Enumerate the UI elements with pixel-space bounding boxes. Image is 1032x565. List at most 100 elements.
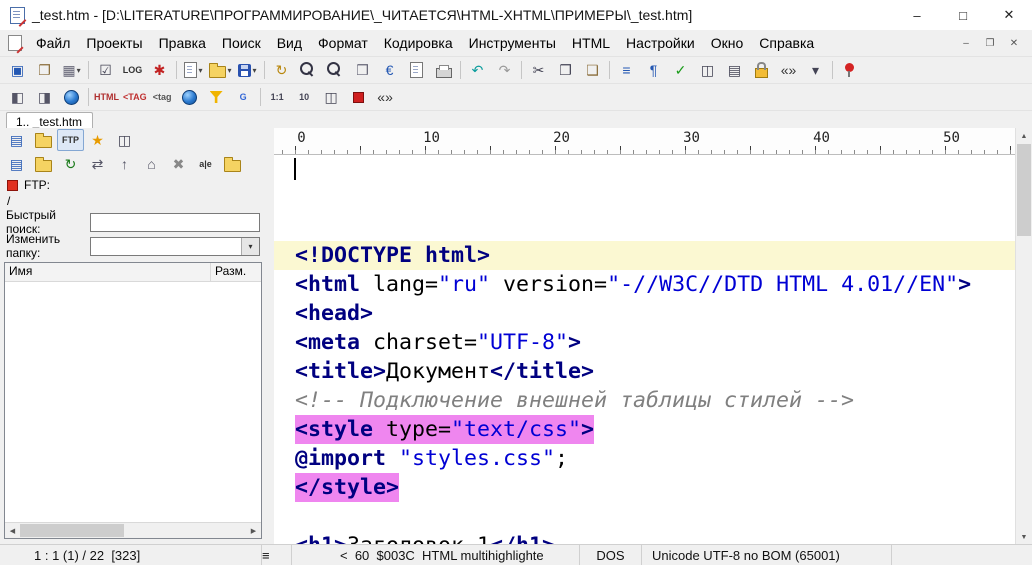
bookmarks-icon[interactable]: ❒ bbox=[349, 59, 376, 81]
panels-icon[interactable]: ◫ bbox=[111, 129, 138, 151]
home-icon[interactable]: ⌂ bbox=[138, 153, 165, 175]
word-wrap-icon[interactable]: ▤ bbox=[721, 59, 748, 81]
print-icon[interactable] bbox=[430, 59, 457, 81]
indent-icon[interactable]: ◨ bbox=[31, 86, 58, 108]
save-icon[interactable]: ▾ bbox=[234, 59, 261, 81]
scroll-right-button[interactable]: ▶ bbox=[246, 523, 261, 538]
menu-settings[interactable]: Настройки bbox=[618, 30, 703, 56]
scroll-left-button[interactable]: ◀ bbox=[5, 523, 20, 538]
currency-icon[interactable]: € bbox=[376, 59, 403, 81]
search-icon[interactable] bbox=[295, 59, 322, 81]
download-folder-icon[interactable] bbox=[30, 153, 57, 175]
menu-help[interactable]: Справка bbox=[751, 30, 822, 56]
menu-edit[interactable]: Правка bbox=[151, 30, 214, 56]
minimize-button[interactable]: – bbox=[894, 0, 940, 30]
filter-icon[interactable] bbox=[203, 86, 230, 108]
new-file-icon[interactable]: ▾ bbox=[180, 59, 207, 81]
menu-projects[interactable]: Проекты bbox=[78, 30, 150, 56]
insert-tag-icon[interactable]: <TAG bbox=[121, 86, 149, 108]
code-line[interactable]: </style> bbox=[274, 473, 1015, 502]
code-line[interactable] bbox=[274, 502, 1015, 531]
status-menu-button[interactable]: ≡ bbox=[262, 545, 292, 565]
refresh-icon[interactable]: ↻ bbox=[57, 153, 84, 175]
browser-globe-icon[interactable] bbox=[58, 86, 85, 108]
open-file-icon[interactable]: ▾ bbox=[207, 59, 234, 81]
quotes-icon[interactable]: «» bbox=[775, 59, 802, 81]
more-commands-icon[interactable]: ▾ bbox=[802, 59, 829, 81]
sort-icon[interactable]: ≡ bbox=[613, 59, 640, 81]
menu-format[interactable]: Формат bbox=[310, 30, 376, 56]
scroll-up-button[interactable]: ▲ bbox=[1016, 128, 1032, 144]
redo-icon[interactable]: ↷ bbox=[491, 59, 518, 81]
settings-icon[interactable]: ✱ bbox=[146, 59, 173, 81]
rename-icon[interactable]: a|e bbox=[192, 153, 219, 175]
google-icon[interactable]: G bbox=[230, 86, 257, 108]
hscroll-thumb[interactable] bbox=[20, 524, 124, 537]
record-macro-icon[interactable] bbox=[345, 86, 372, 108]
sidebar-splitter[interactable] bbox=[266, 128, 274, 545]
new-folder-icon[interactable] bbox=[219, 153, 246, 175]
file-list-body[interactable] bbox=[5, 282, 261, 522]
code-line[interactable]: <title>Документ</title> bbox=[274, 357, 1015, 386]
copy-icon[interactable]: ❐ bbox=[552, 59, 579, 81]
file-manager-icon[interactable]: ▤ bbox=[3, 129, 30, 151]
upload-file-icon[interactable]: ▤ bbox=[3, 153, 30, 175]
templates-icon[interactable]: ▦ ▾ bbox=[58, 59, 85, 81]
undo-icon[interactable]: ↶ bbox=[464, 59, 491, 81]
syntax-check-icon[interactable]: ✓ bbox=[667, 59, 694, 81]
pilcrow-icon[interactable]: ¶ bbox=[640, 59, 667, 81]
code-line[interactable]: @import "styles.css"; bbox=[274, 444, 1015, 473]
html-wtx-icon[interactable]: HTML bbox=[92, 86, 121, 108]
goto-line-icon[interactable]: 10 bbox=[291, 86, 318, 108]
menu-tools[interactable]: Инструменты bbox=[461, 30, 564, 56]
unindent-icon[interactable]: ◧ bbox=[4, 86, 31, 108]
code-line[interactable]: <head> bbox=[274, 299, 1015, 328]
child-close-button[interactable]: ✕ bbox=[1004, 35, 1024, 51]
ftp-tab-icon[interactable]: FTP bbox=[57, 129, 84, 151]
pin-icon[interactable] bbox=[836, 59, 863, 81]
menu-view[interactable]: Вид bbox=[269, 30, 310, 56]
code-line[interactable]: <h1>Заголовок 1</h1> bbox=[274, 531, 1015, 545]
frames-icon[interactable]: ◫ bbox=[318, 86, 345, 108]
hscroll-track[interactable] bbox=[20, 523, 246, 538]
code-line[interactable]: <meta charset="UTF-8"> bbox=[274, 328, 1015, 357]
split-view-icon[interactable]: ◫ bbox=[694, 59, 721, 81]
quick-search-input[interactable] bbox=[90, 212, 260, 232]
lock-icon[interactable] bbox=[748, 59, 775, 81]
code-line[interactable]: <!DOCTYPE html> bbox=[274, 241, 1015, 270]
parent-folder-icon[interactable]: ↑ bbox=[111, 153, 138, 175]
menu-html[interactable]: HTML bbox=[564, 30, 618, 56]
close-tag-icon[interactable]: <tag bbox=[149, 86, 176, 108]
paste-icon[interactable]: ❑ bbox=[579, 59, 606, 81]
child-minimize-button[interactable]: – bbox=[956, 35, 976, 51]
maximize-button[interactable]: □ bbox=[940, 0, 986, 30]
column-header-size[interactable]: Разм. bbox=[211, 263, 261, 281]
log-icon[interactable]: LOG bbox=[119, 59, 146, 81]
scroll-down-button[interactable]: ▼ bbox=[1016, 529, 1032, 545]
code-area[interactable]: <!DOCTYPE html> <html lang="ru" version="… bbox=[274, 154, 1015, 545]
change-folder-combo[interactable]: ▾ bbox=[90, 236, 260, 256]
menu-file[interactable]: Файл bbox=[28, 30, 78, 56]
menu-window[interactable]: Окно bbox=[703, 30, 752, 56]
todo-list-icon[interactable]: ☑ bbox=[92, 59, 119, 81]
code-line[interactable]: <!-- Подключение внешней таблицы стилей … bbox=[274, 386, 1015, 415]
line-numbers-icon[interactable]: 1:1 bbox=[264, 86, 291, 108]
sync-icon[interactable]: ⇄ bbox=[84, 153, 111, 175]
entity-quotes-icon[interactable]: «» bbox=[372, 86, 399, 108]
code-line[interactable]: <html lang="ru" version="-//W3C//DTD HTM… bbox=[274, 270, 1015, 299]
delete-icon[interactable]: ✖ bbox=[165, 153, 192, 175]
child-restore-button[interactable]: ❐ bbox=[980, 35, 1000, 51]
column-header-name[interactable]: Имя bbox=[5, 263, 211, 281]
menu-encoding[interactable]: Кодировка bbox=[376, 30, 461, 56]
reload-icon[interactable]: ↻ bbox=[268, 59, 295, 81]
cut-icon[interactable]: ✂ bbox=[525, 59, 552, 81]
vscroll-thumb[interactable] bbox=[1017, 144, 1031, 236]
vscroll-track[interactable] bbox=[1016, 144, 1032, 529]
folder-browser-icon[interactable] bbox=[30, 129, 57, 151]
clipboard-view-icon[interactable]: ❐ bbox=[31, 59, 58, 81]
web-preview-icon[interactable] bbox=[176, 86, 203, 108]
code-line[interactable]: <style type="text/css"> bbox=[274, 415, 1015, 444]
preview-icon[interactable] bbox=[403, 59, 430, 81]
favorites-icon[interactable]: ★ bbox=[84, 129, 111, 151]
editor-window-icon[interactable]: ▣ bbox=[4, 59, 31, 81]
